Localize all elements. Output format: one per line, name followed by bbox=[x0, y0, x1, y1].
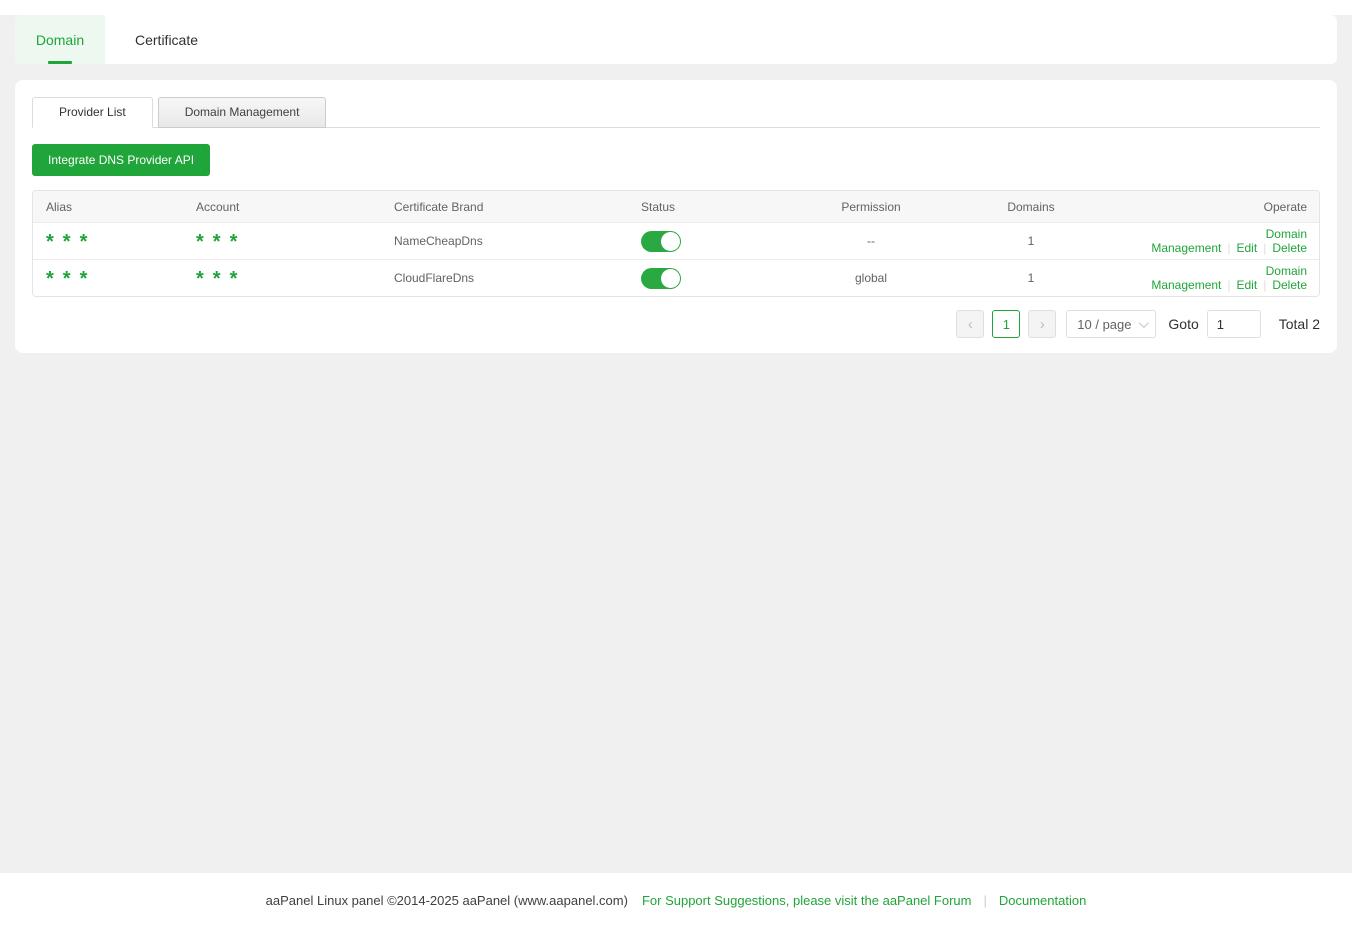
col-header-certificate-brand: Certificate Brand bbox=[394, 200, 641, 214]
status-toggle[interactable] bbox=[641, 231, 681, 252]
domains-count: 1 bbox=[951, 234, 1111, 248]
link-separator: | bbox=[1263, 241, 1266, 255]
tab-certificate[interactable]: Certificate bbox=[105, 15, 228, 64]
col-header-permission: Permission bbox=[791, 200, 951, 214]
permission-value: -- bbox=[791, 234, 951, 248]
col-header-account: Account bbox=[196, 200, 394, 214]
col-header-status: Status bbox=[641, 200, 791, 214]
tab-certificate-label: Certificate bbox=[135, 32, 198, 48]
certificate-brand: CloudFlareDns bbox=[394, 271, 641, 285]
edit-link[interactable]: Edit bbox=[1237, 278, 1258, 292]
chevron-left-icon: ‹ bbox=[968, 316, 973, 333]
sub-tab-bar: Provider List Domain Management bbox=[32, 97, 1320, 128]
subtab-domain-management[interactable]: Domain Management bbox=[158, 97, 327, 128]
certificate-brand: NameCheapDns bbox=[394, 234, 641, 248]
provider-table: Alias Account Certificate Brand Status P… bbox=[32, 190, 1320, 297]
table-row: *** *** NameCheapDns -- 1 Domain Managem… bbox=[33, 222, 1319, 259]
delete-link[interactable]: Delete bbox=[1272, 241, 1307, 255]
masked-account: *** bbox=[196, 237, 246, 247]
chevron-right-icon: › bbox=[1040, 316, 1045, 333]
tab-domain[interactable]: Domain bbox=[15, 15, 105, 64]
active-tab-underline bbox=[48, 61, 72, 64]
domains-count: 1 bbox=[951, 271, 1111, 285]
page-footer: aaPanel Linux panel ©2014-2025 aaPanel (… bbox=[0, 873, 1352, 928]
goto-label: Goto bbox=[1168, 316, 1198, 332]
col-header-operate: Operate bbox=[1111, 200, 1319, 214]
tab-domain-label: Domain bbox=[36, 32, 84, 48]
total-count: Total 2 bbox=[1279, 316, 1320, 332]
copyright-text: aaPanel Linux panel ©2014-2025 aaPanel (… bbox=[266, 893, 628, 908]
toggle-knob bbox=[661, 232, 680, 251]
workspace: Domain Certificate Provider List Domain … bbox=[0, 15, 1352, 873]
permission-value: global bbox=[791, 271, 951, 285]
page-number-button[interactable]: 1 bbox=[992, 310, 1020, 338]
prev-page-button[interactable]: ‹ bbox=[956, 310, 984, 338]
link-separator: | bbox=[1227, 278, 1230, 292]
toggle-knob bbox=[661, 269, 680, 288]
status-toggle[interactable] bbox=[641, 268, 681, 289]
forum-link[interactable]: For Support Suggestions, please visit th… bbox=[642, 893, 972, 908]
table-row: *** *** CloudFlareDns global 1 Domain Ma… bbox=[33, 259, 1319, 296]
subtab-domain-management-label: Domain Management bbox=[185, 105, 300, 119]
link-separator: | bbox=[1227, 241, 1230, 255]
link-separator: | bbox=[1263, 278, 1266, 292]
chevron-down-icon bbox=[1138, 318, 1148, 328]
table-header-row: Alias Account Certificate Brand Status P… bbox=[33, 191, 1319, 222]
goto-page-input[interactable] bbox=[1207, 310, 1261, 338]
pagination: ‹ 1 › 10 / page Goto Total 2 bbox=[32, 310, 1320, 338]
col-header-alias: Alias bbox=[33, 200, 196, 214]
edit-link[interactable]: Edit bbox=[1237, 241, 1258, 255]
documentation-link[interactable]: Documentation bbox=[999, 893, 1086, 908]
masked-account: *** bbox=[196, 274, 246, 284]
masked-alias: *** bbox=[46, 274, 96, 284]
subtab-provider-list[interactable]: Provider List bbox=[32, 97, 153, 128]
subtab-provider-list-label: Provider List bbox=[59, 105, 126, 119]
delete-link[interactable]: Delete bbox=[1272, 278, 1307, 292]
footer-separator: | bbox=[983, 893, 986, 908]
main-card: Provider List Domain Management Integrat… bbox=[15, 80, 1337, 353]
page-size-select[interactable]: 10 / page bbox=[1066, 310, 1156, 338]
next-page-button[interactable]: › bbox=[1028, 310, 1056, 338]
page-size-label: 10 / page bbox=[1077, 317, 1131, 332]
integrate-dns-provider-api-button[interactable]: Integrate DNS Provider API bbox=[32, 144, 210, 176]
top-tab-bar: Domain Certificate bbox=[15, 15, 1337, 64]
masked-alias: *** bbox=[46, 237, 96, 247]
col-header-domains: Domains bbox=[951, 200, 1111, 214]
